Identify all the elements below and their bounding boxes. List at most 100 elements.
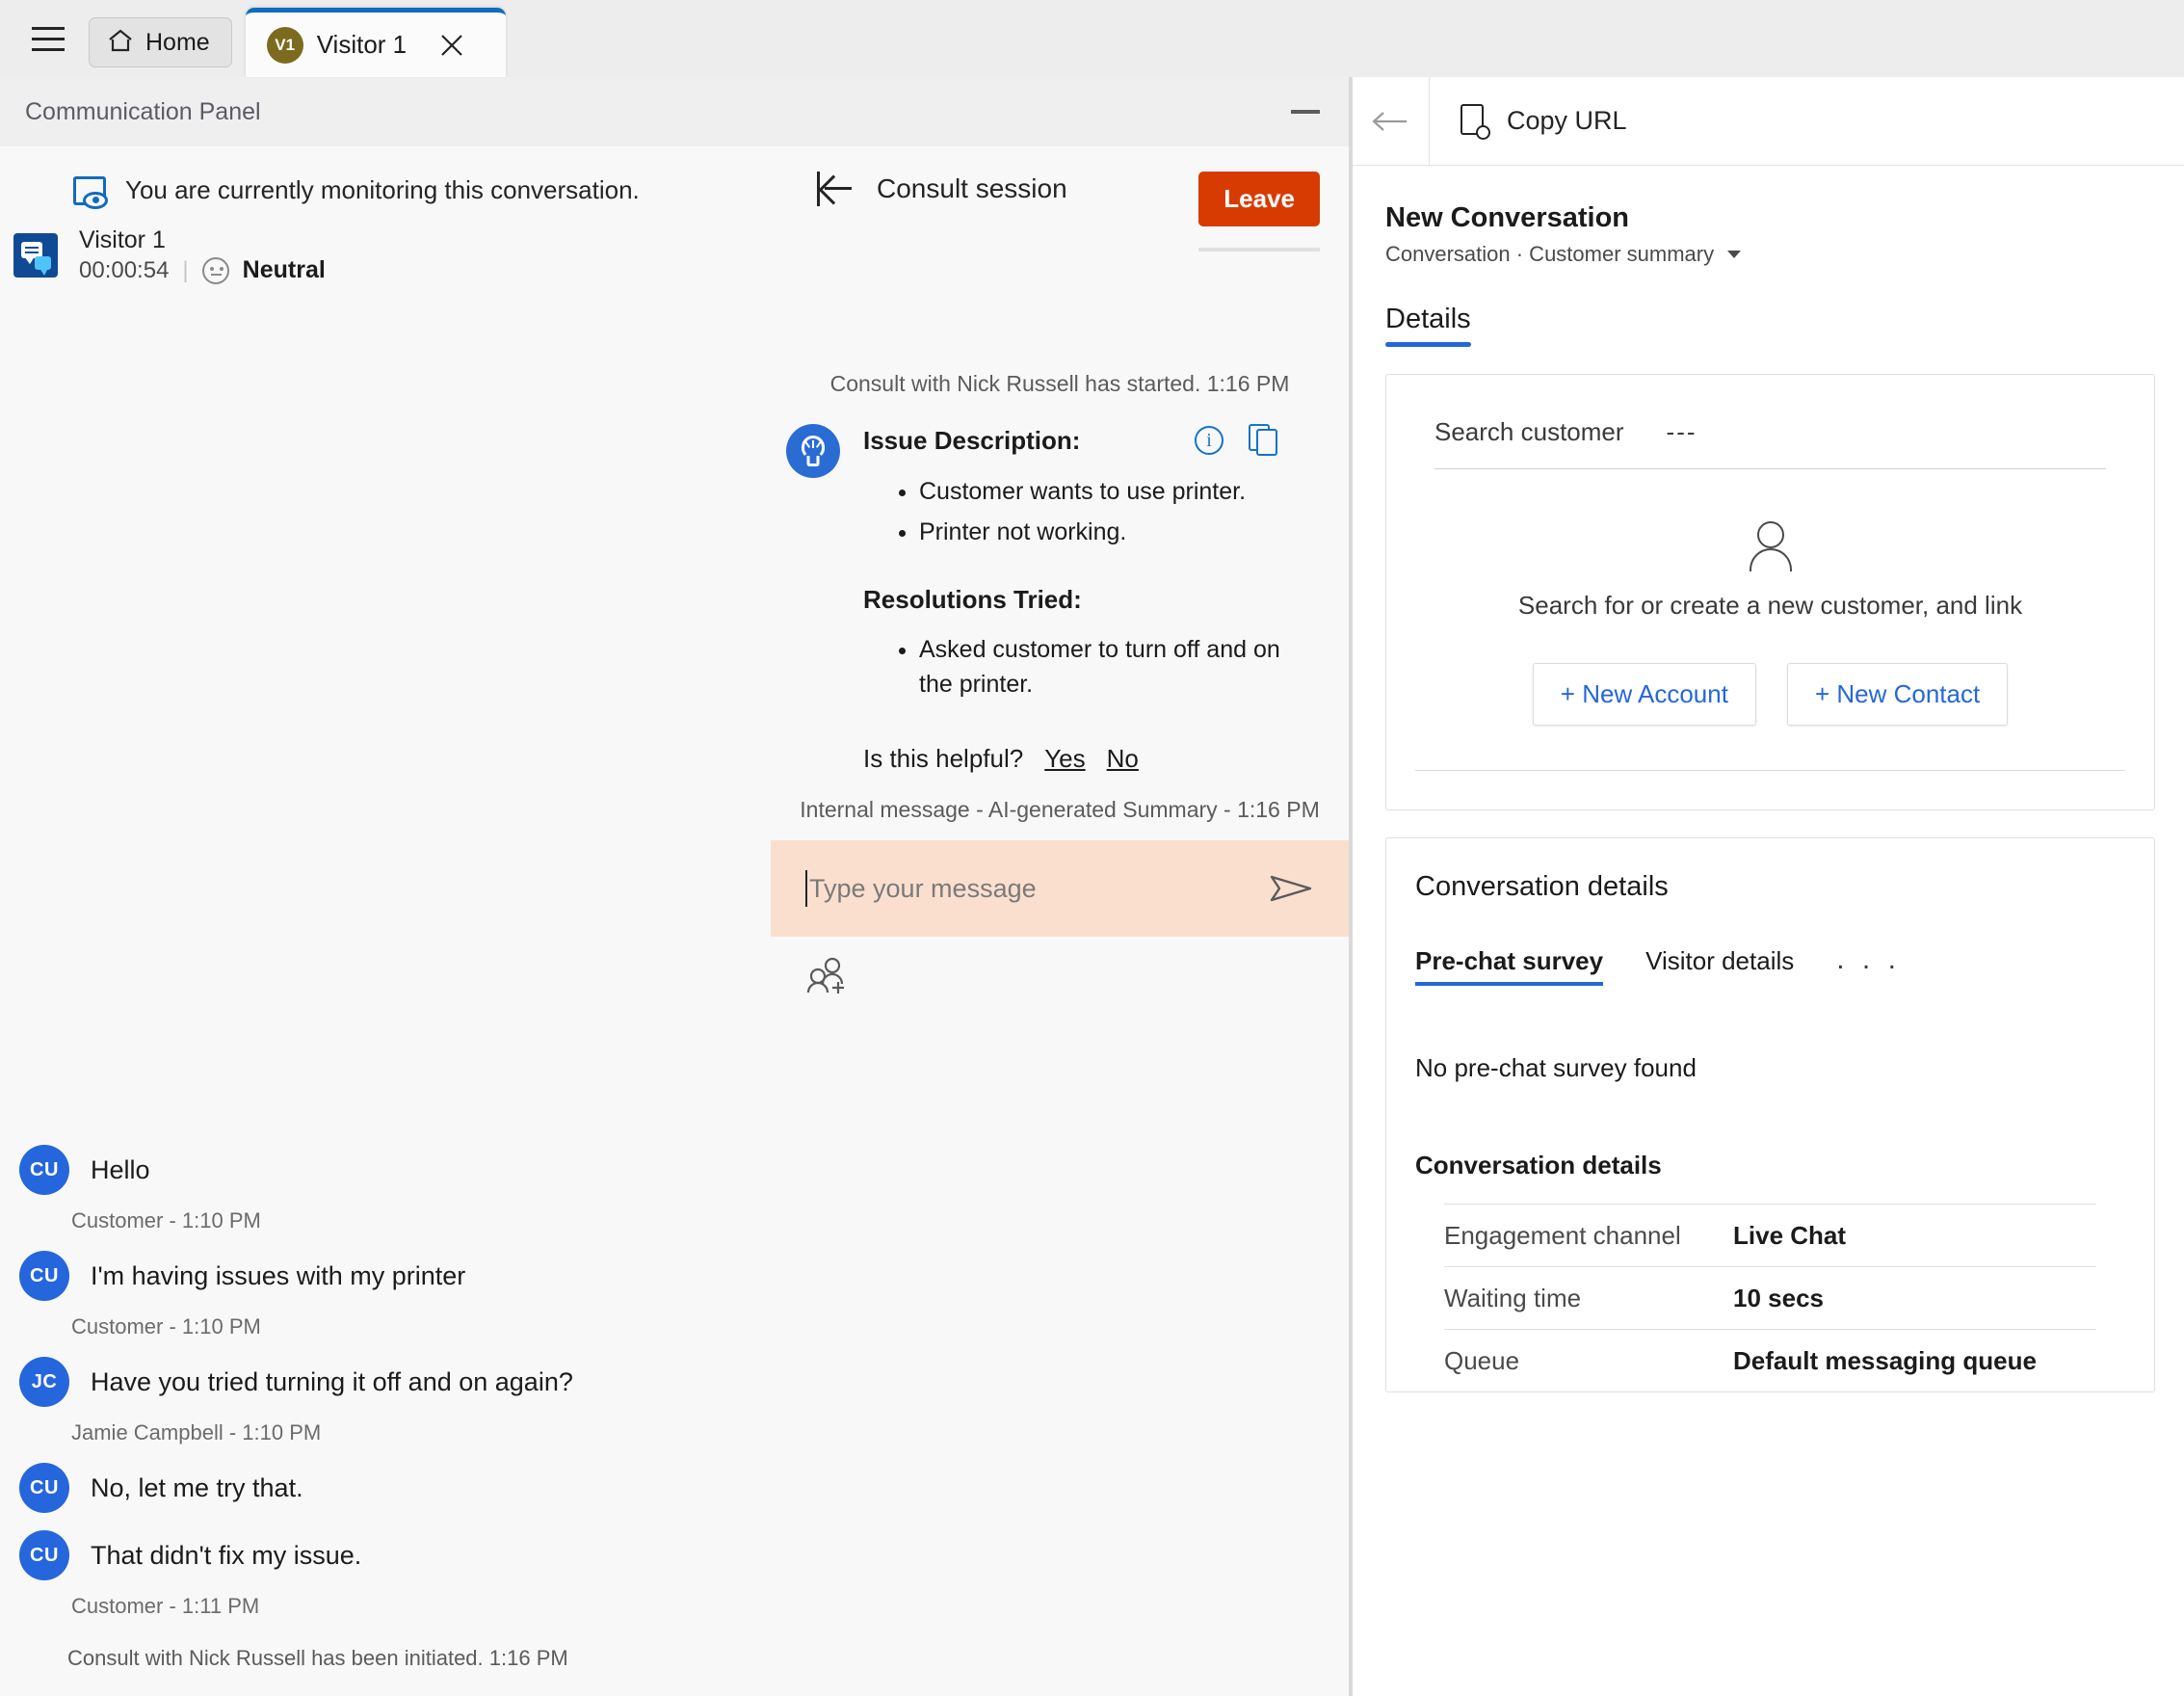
helpful-feedback: Is this helpful? Yes No [863,744,1320,774]
message-meta: Customer - 1:11 PM [71,1594,260,1618]
helpful-no-link[interactable]: No [1107,744,1139,774]
right-panel-content: New Conversation Conversation · Customer… [1353,166,2184,1696]
row-value: 10 secs [1733,1283,1824,1312]
summary-meta: Internal message - AI-generated Summary … [800,797,1320,822]
right-panel-toolbar: Copy URL [1353,77,2184,166]
avatar: V1 [266,26,303,64]
message-input[interactable]: Type your message [805,869,1249,907]
conversation-details-tabs: Pre-chat survey Visitor details . . . [1386,903,2154,986]
search-customer-row[interactable]: Search customer --- [1386,375,2154,468]
minimize-icon[interactable] [1262,77,1349,146]
message-item: CU Hello Customer - 1:10 PM [19,1145,751,1233]
app-root: Home V1 Visitor 1 Communication Panel Yo… [0,0,2184,1696]
consult-header: Consult session Leave [771,146,1349,226]
message-composer[interactable]: Type your message [771,840,1349,937]
visitor-timer: 00:00:54 [79,256,170,283]
message-meta: Customer - 1:10 PM [71,1314,261,1338]
conversation-details-heading: Conversation details [1415,1151,1662,1179]
chevron-down-icon[interactable] [1727,251,1742,258]
sentiment-label: Neutral [242,256,326,283]
close-icon[interactable] [432,25,472,66]
visitor-name: Visitor 1 [79,226,166,253]
message-text: No, let me try that. [91,1472,303,1502]
helpful-yes-link[interactable]: Yes [1044,744,1085,774]
message-meta: Customer - 1:10 PM [71,1208,261,1232]
chat-bubbles-icon [13,233,58,278]
message-text: Hello [91,1154,150,1184]
monitoring-text: You are currently monitoring this conver… [125,175,640,204]
record-subtitle-row[interactable]: Conversation · Customer summary [1385,242,2155,267]
new-account-button[interactable]: + New Account [1532,663,1756,726]
monitor-eye-icon [73,175,108,209]
row-key: Engagement channel [1444,1220,1681,1250]
issue-description-list: Customer wants to use printer. Printer n… [863,474,1320,550]
conversation-details-table: Engagement channel Live Chat Waiting tim… [1386,1204,2154,1391]
copy-icon[interactable] [1249,424,1279,457]
back-arrow-icon[interactable] [1353,77,1430,165]
table-row: Engagement channel Live Chat [1386,1205,2154,1266]
tab-pre-chat-survey[interactable]: Pre-chat survey [1415,946,1604,986]
message-item: JC Have you tried turning it off and on … [19,1357,751,1445]
chat-column: You are currently monitoring this conver… [0,146,771,1696]
tab-home[interactable]: Home [89,17,232,67]
message-item: CU That didn't fix my issue. Customer - … [19,1530,751,1619]
row-value: Live Chat [1733,1220,1847,1250]
tab-home-label: Home [145,28,210,56]
resolutions-tried-list: Asked customer to turn off and on the pr… [863,632,1320,702]
avatar: CU [19,1145,69,1195]
avatar: CU [19,1463,69,1513]
visitor-summary: Visitor 1 00:00:54 | Neutral [0,205,771,284]
lightbulb-icon [786,424,840,478]
resolutions-tried-heading: Resolutions Tried: [863,584,1082,614]
info-icon[interactable]: i [1195,426,1224,455]
home-icon [107,28,134,58]
avatar: CU [19,1251,69,1301]
tab-visitor-label: Visitor 1 [316,30,408,59]
tab-overflow-icon[interactable]: . . . [1836,943,1901,986]
consult-started-note: Consult with Nick Russell has started. 1… [829,371,1290,396]
message-item: CU I'm having issues with my printer Cus… [19,1251,751,1339]
tab-visitor-details[interactable]: Visitor details [1645,946,1794,986]
send-icon[interactable] [1268,869,1314,908]
row-value: Default messaging queue [1733,1345,2037,1375]
monitoring-banner: You are currently monitoring this conver… [0,146,771,209]
communication-panel: Communication Panel You are currently mo… [0,77,1353,1696]
new-contact-button[interactable]: + New Contact [1786,663,2009,726]
record-subtitle: Conversation · Customer summary [1385,242,1715,266]
composer-toolbar [771,937,1349,1014]
conversation-details-title: Conversation details [1415,871,1669,902]
customer-card: Search customer --- Search for or create… [1385,374,2155,810]
copy-url-button[interactable]: Copy URL [1430,77,1627,165]
communication-panel-main: You are currently monitoring this conver… [0,146,1349,1696]
tab-details[interactable]: Details [1385,304,1471,347]
leave-button[interactable]: Leave [1198,172,1320,226]
tab-strip: Home V1 Visitor 1 [0,0,2184,77]
neutral-face-icon [201,256,229,284]
page-title: Communication Panel [25,97,261,125]
ai-summary-card: Issue Description: i Customer wants to u… [771,397,1349,774]
right-panel-tabs: Details [1385,304,2155,347]
message-text: I'm having issues with my printer [91,1260,466,1290]
message-text: Have you tried turning it off and on aga… [91,1366,573,1396]
customer-empty-text: Search for or create a new customer, and… [1517,591,2023,620]
search-customer-label: Search customer [1434,417,1624,446]
issue-description-heading: Issue Description: [863,425,1081,455]
table-row: Waiting time 10 secs [1386,1267,2154,1329]
person-icon [1745,521,1797,573]
collapse-panel-icon[interactable] [815,172,855,206]
divider [1198,248,1320,252]
app-body: Communication Panel You are currently mo… [0,77,2184,1696]
divider: | [182,256,189,283]
row-key: Queue [1444,1345,1520,1375]
table-row: Queue Default messaging queue [1386,1330,2154,1391]
hamburger-icon[interactable] [21,0,75,77]
consult-column: Consult session Leave Consult with Nick … [771,146,1349,1696]
record-title: New Conversation [1385,202,1629,233]
add-person-icon[interactable] [805,955,852,995]
tab-visitor-1[interactable]: V1 Visitor 1 [245,8,506,77]
copy-url-label: Copy URL [1507,106,1627,135]
right-panel: Copy URL New Conversation Conversation ·… [1353,77,2184,1696]
list-item: Asked customer to turn off and on the pr… [919,632,1320,702]
message-meta: Jamie Campbell - 1:10 PM [71,1420,322,1444]
system-note: Consult with Nick Russell has been initi… [67,1646,568,1670]
